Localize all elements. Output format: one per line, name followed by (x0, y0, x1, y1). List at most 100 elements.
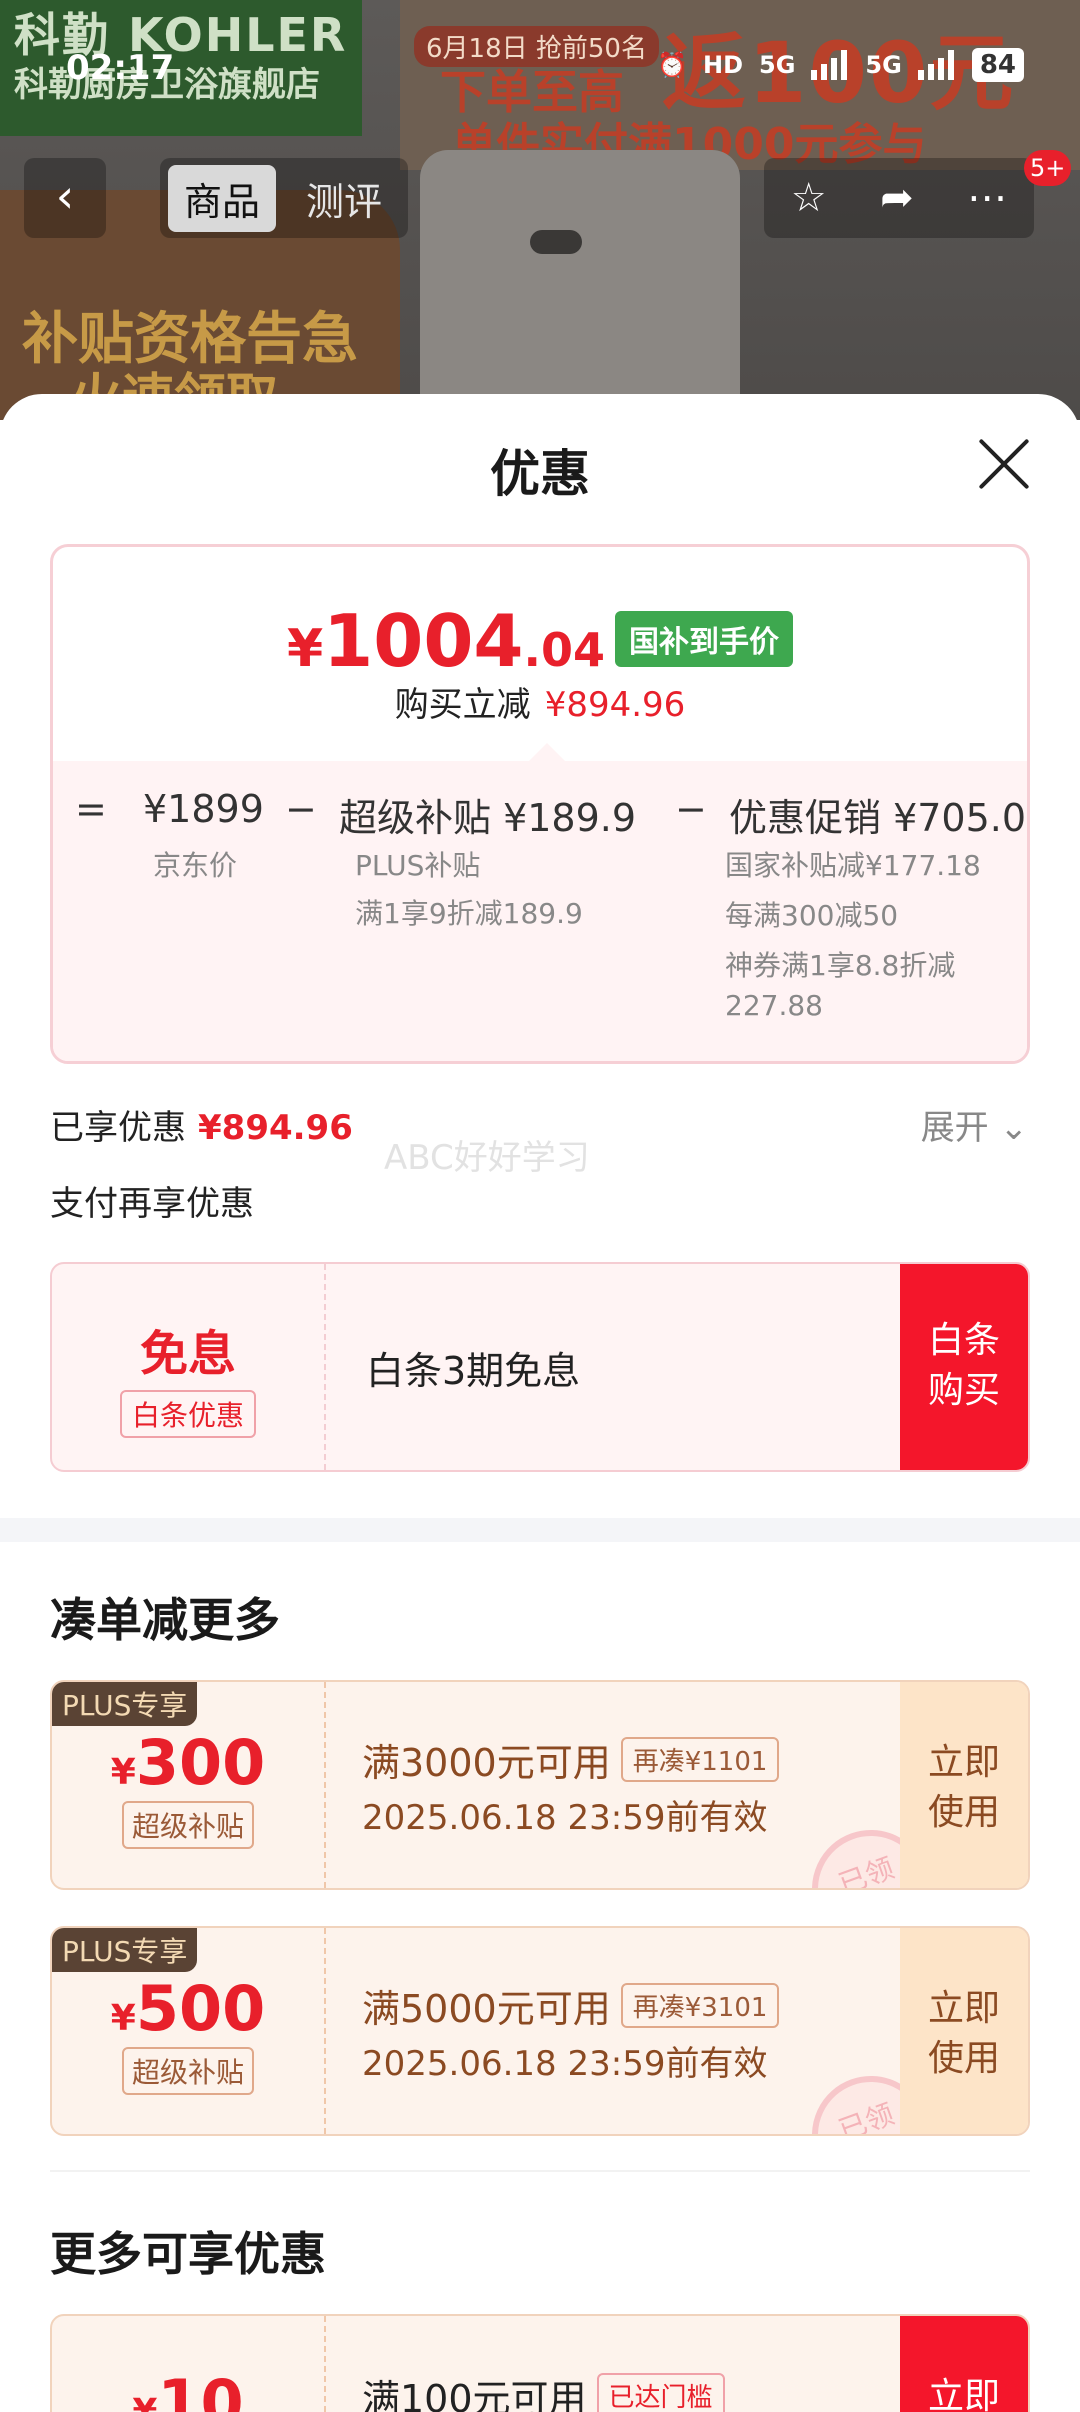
price-decimal: .04 (523, 623, 606, 677)
enjoyed-discount: 已享优惠 ¥894.96 (50, 1100, 353, 1149)
minus-sign-2: − (675, 787, 707, 831)
expand-button[interactable]: 展开 ⌄ (921, 1100, 1028, 1149)
promo-detail-1: 国家补贴减¥177.18 (725, 849, 981, 882)
status-bar: 02:17 ⏰ HD 5G 5G 84 (0, 48, 1080, 92)
subsidy-detail-1: PLUS补贴 (355, 849, 481, 882)
watermark-text: ABC好好学习 (384, 1138, 590, 1178)
coupon-amount: ¥300 (52, 1726, 324, 1799)
baitiao-chip: 白条优惠 (119, 1390, 256, 1438)
price-card: ¥1004.04 国补到手价 购买立减 ¥894.96 = ¥1899 − 超级补贴… (50, 544, 1030, 1064)
pay-discount-title: 支付再享优惠 (50, 1184, 254, 1224)
price-yen: ¥ (286, 619, 324, 679)
baitiao-left: 免息 白条优惠 (52, 1264, 326, 1470)
use-line1: 立即 (927, 2376, 1000, 2412)
coupon-condition: 满3000元可用 再凑¥1101 (362, 1732, 780, 1787)
discount-sheet: 优惠 ¥1004.04 国补到手价 购买立减 ¥894.96 = ¥1899 − 超… (0, 394, 1080, 2412)
plus-badge: PLUS专享 (52, 1682, 198, 1726)
use-line2: 使用 (927, 2038, 1000, 2079)
interest-free-label: 免息 (139, 1326, 236, 1382)
instant-discount-label: 购买立减 (394, 685, 531, 725)
more-icon[interactable]: ⋯ (967, 175, 1007, 221)
promo-detail-4: 227.88 (725, 989, 823, 1022)
coupon-condition-text: 满100元可用 (362, 2377, 587, 2412)
tab-review[interactable]: 测评 (290, 165, 398, 232)
coupon-card: PLUS专享 ¥300 超级补贴 满3000元可用 再凑¥1101 2025.06… (50, 1680, 1030, 1890)
tab-product[interactable]: 商品 (168, 164, 277, 232)
promo-discount: 优惠促销 ¥705.06 (729, 796, 1030, 840)
use-line2: 使用 (927, 1792, 1000, 1833)
use-now-button[interactable]: 立即 使用 (900, 1682, 1028, 1888)
equals-sign: = (75, 787, 107, 831)
subsidy-price-tag: 国补到手价 (615, 611, 794, 667)
star-icon[interactable]: ☆ (791, 175, 827, 221)
final-price: ¥1004.04 国补到手价 (53, 599, 1027, 683)
price-breakdown: = ¥1899 − 超级补贴 ¥189.9 − 优惠促销 ¥705.06 京东价… (53, 743, 1030, 1061)
super-subsidy: 超级补贴 ¥189.9 (339, 796, 637, 840)
coupon-yen: ¥ (110, 1752, 136, 1793)
coupon-condition: 满100元可用 已达门槛 (362, 2368, 725, 2412)
coupon-value: 10 (157, 2366, 244, 2412)
back-button[interactable]: ‹ (24, 158, 106, 238)
section-title-more-discount: 凑单减更多 (50, 1593, 280, 1647)
top-nav: ‹ 商品 测评 ☆ ➦ ⋯ 5+ (0, 150, 1080, 238)
coupon-value: 500 (135, 1972, 266, 2045)
coupon-amount: ¥500 (52, 1972, 324, 2045)
nav-actions: ☆ ➦ ⋯ (764, 158, 1034, 238)
jd-price: ¥1899 (143, 787, 264, 831)
use-now-button[interactable]: 立即 (900, 2316, 1028, 2412)
threshold-reached-tag: 已达门槛 (596, 2373, 725, 2412)
enjoyed-label: 已享优惠 (50, 1108, 186, 1148)
coupon-gap-tag: 再凑¥1101 (620, 1737, 780, 1782)
coupon-condition-text: 满5000元可用 (362, 1987, 611, 2031)
coupon-chip: 超级补贴 (121, 2047, 254, 2095)
sheet-title: 优惠 (490, 445, 590, 503)
coupon-condition: 满5000元可用 再凑¥3101 (362, 1978, 780, 2033)
coupon-card: ¥10 满100元可用已达门槛 立即 (50, 2314, 1030, 2412)
use-line1: 立即 (927, 1742, 1000, 1783)
page-tabs: 商品 测评 (160, 158, 408, 238)
use-now-button[interactable]: 立即 使用 (900, 1928, 1028, 2134)
share-icon[interactable]: ➦ (880, 175, 914, 221)
coupon-amount: ¥10 (52, 2366, 324, 2412)
minus-sign-1: − (285, 787, 317, 831)
enjoyed-value: ¥894.96 (198, 1108, 353, 1148)
baitiao-desc: 白条3期免息 (366, 1349, 581, 1393)
coupon-expiry: 2025.06.18 23:59前有效 (362, 1798, 768, 1838)
status-icons: ⏰ HD 5G 5G 84 (657, 48, 1024, 82)
close-icon[interactable] (976, 436, 1032, 492)
hd-icon: HD (702, 51, 743, 79)
coupon-left: ¥10 (52, 2316, 326, 2412)
baitiao-offer: 免息 白条优惠 白条3期免息 白条 购买 (50, 1262, 1030, 1472)
promo-detail-2: 每满300减50 (725, 899, 899, 932)
signal-icon (811, 50, 849, 80)
battery-level: 84 (971, 48, 1024, 82)
plus-badge: PLUS专享 (52, 1928, 198, 1972)
coupon-expiry: 2025.06.18 23:59前有效 (362, 2044, 768, 2084)
price-integer: 1004 (323, 599, 524, 683)
coupon-value: 300 (135, 1726, 266, 1799)
status-time: 02:17 (66, 48, 175, 88)
coupon-gap-tag: 再凑¥3101 (620, 1983, 780, 2028)
coupon-left: PLUS专享 ¥500 超级补贴 (52, 1928, 326, 2134)
expand-label: 展开 (920, 1108, 989, 1148)
instant-discount-value: ¥894.96 (544, 685, 686, 725)
coupon-yen: ¥ (132, 2392, 157, 2412)
baitiao-buy-button[interactable]: 白条 购买 (900, 1264, 1028, 1470)
buy-line2: 购买 (927, 1370, 1000, 1411)
buy-line1: 白条 (927, 1320, 1000, 1361)
coupon-condition-text: 满3000元可用 (362, 1741, 611, 1785)
section-divider (50, 2170, 1030, 2172)
coupon-chip: 超级补贴 (121, 1801, 254, 1849)
alarm-icon: ⏰ (657, 51, 687, 79)
notification-badge: 5+ (1024, 150, 1072, 186)
network-label-1: 5G (759, 51, 796, 79)
instant-discount: 购买立减 ¥894.96 (53, 677, 1027, 726)
chevron-down-icon: ⌄ (999, 1108, 1029, 1148)
coupon-left: PLUS专享 ¥300 超级补贴 (52, 1682, 326, 1888)
subsidy-detail-2: 满1享9折减189.9 (355, 897, 583, 930)
back-icon: ‹ (55, 169, 75, 223)
network-label-2: 5G (865, 51, 902, 79)
coupon-card: PLUS专享 ¥500 超级补贴 满5000元可用 再凑¥3101 2025.06… (50, 1926, 1030, 2136)
signal-icon-2 (917, 50, 956, 80)
use-line1: 立即 (927, 1988, 1000, 2029)
